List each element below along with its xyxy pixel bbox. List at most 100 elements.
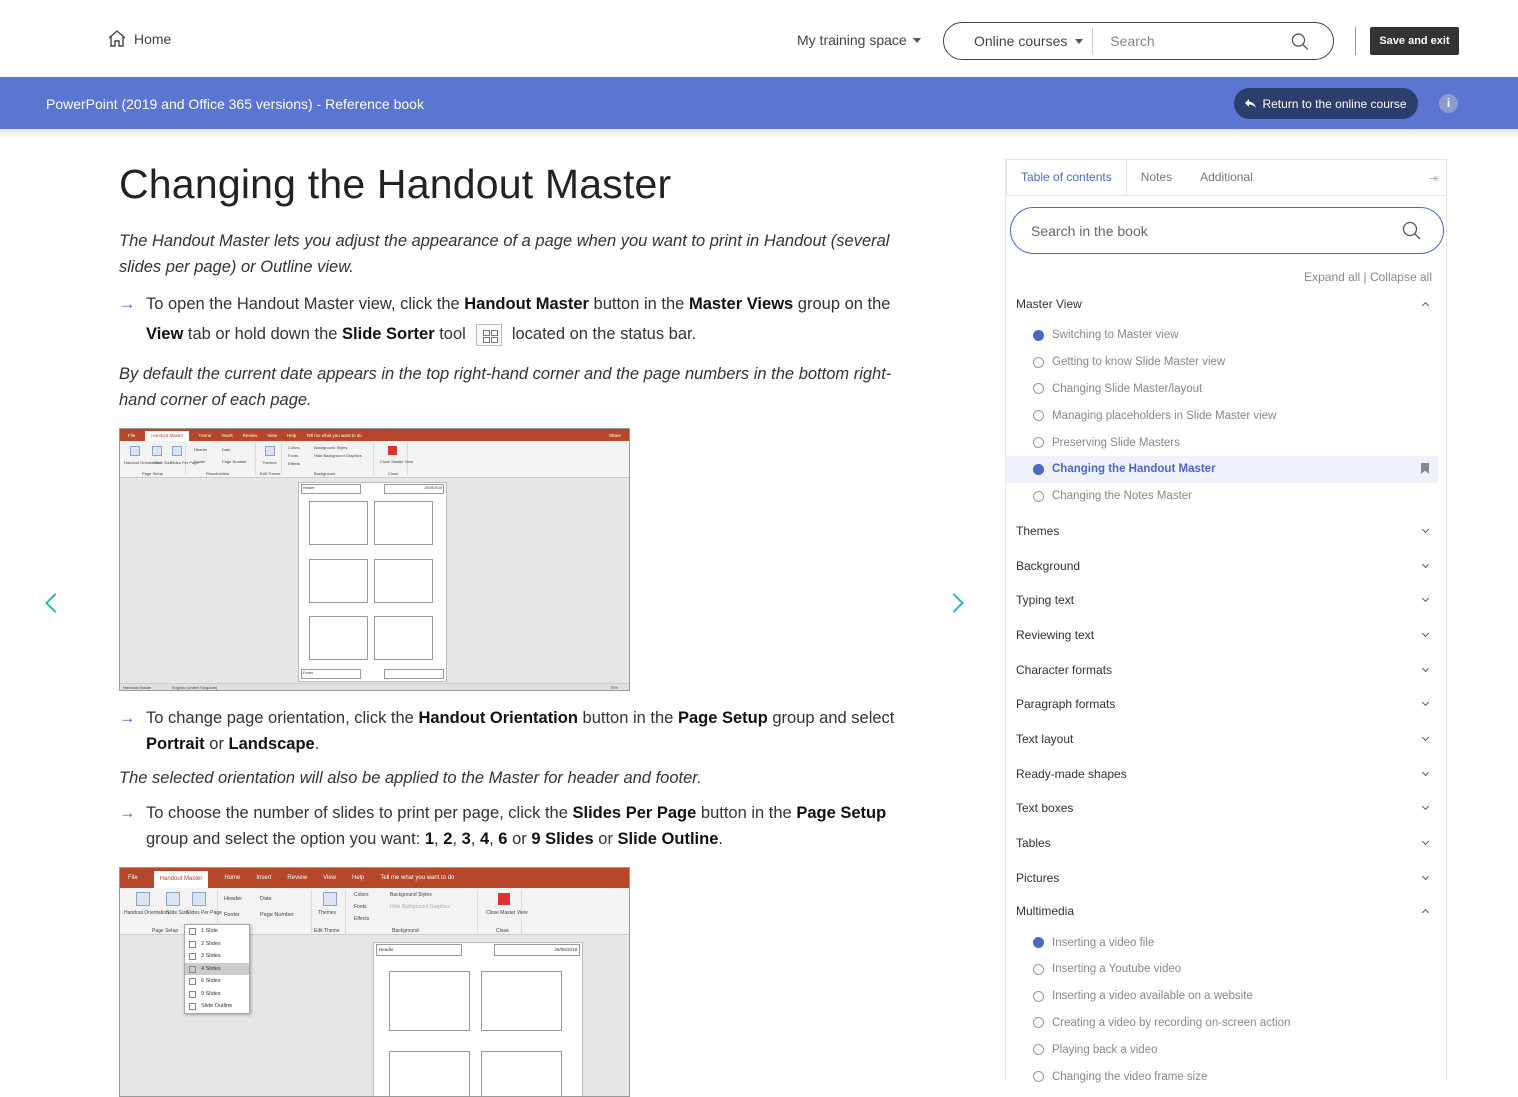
progress-empty-icon: [1033, 490, 1044, 502]
toc-lesson[interactable]: Preserving Slide Masters: [1006, 429, 1446, 456]
toc-lesson-current[interactable]: Changing the Handout Master: [1006, 455, 1438, 483]
search-icon[interactable]: [1291, 32, 1309, 51]
date-placeholder: 25/05/2019: [494, 944, 580, 956]
toc-chapter[interactable]: Background: [1006, 548, 1446, 583]
toc-lesson[interactable]: Playing back a video: [1006, 1036, 1446, 1063]
dropdown-item[interactable]: 1 Slide: [185, 925, 249, 938]
progress-filled-icon: [1033, 329, 1044, 341]
previous-page-arrow-icon[interactable]: [45, 593, 65, 613]
search-icon[interactable]: [1402, 221, 1421, 240]
chevron-down-icon[interactable]: [1421, 664, 1430, 672]
chevron-down-icon[interactable]: [1421, 803, 1430, 811]
search-input[interactable]: [1093, 33, 1292, 49]
dropdown-item[interactable]: 9 Slides: [185, 988, 249, 1001]
toc-chapter[interactable]: Reviewing text: [1006, 618, 1446, 653]
tab-notes[interactable]: Notes: [1127, 160, 1186, 195]
toc-lesson-title: Changing the Notes Master: [1052, 490, 1192, 503]
course-type-select[interactable]: Online courses: [944, 28, 1094, 54]
chevron-down-icon[interactable]: [1421, 838, 1430, 846]
text: To choose the number of slides to print …: [146, 804, 573, 822]
toc-chapter[interactable]: Typing text: [1006, 583, 1446, 618]
info-icon[interactable]: i: [1439, 94, 1458, 113]
collapse-all-link[interactable]: Collapse all: [1370, 270, 1432, 284]
toc-chapter[interactable]: Themes: [1006, 514, 1446, 549]
instruction-open-handout-master: → To open the Handout Master view, click…: [119, 289, 899, 349]
text: button in the: [588, 295, 689, 313]
dropdown-item-label: 6 Slides: [201, 978, 221, 984]
toc-lesson[interactable]: Inserting a video file: [1006, 929, 1446, 956]
collapse-sidebar-icon[interactable]: ⇥: [1429, 172, 1438, 185]
ribbon-tab-insert: Insert: [221, 432, 233, 438]
toc-lesson[interactable]: Changing Slide Master/layout: [1006, 376, 1446, 403]
ribbon-share: Share: [608, 432, 621, 438]
save-and-exit-button[interactable]: Save and exit: [1370, 27, 1459, 55]
rtext: Header: [224, 896, 243, 902]
chevron-down-icon[interactable]: [1421, 872, 1430, 880]
toc-chapter[interactable]: Master View: [1006, 288, 1446, 320]
orientation-icon: [136, 892, 150, 906]
text: .: [718, 830, 723, 848]
chevron-up-icon[interactable]: [1421, 909, 1430, 917]
toc-lesson[interactable]: Changing the video frame size: [1006, 1063, 1446, 1090]
chevron-down-icon[interactable]: [1421, 595, 1430, 603]
rtext: Themes: [318, 910, 337, 916]
toc-lesson[interactable]: Managing placeholders in Slide Master vi…: [1006, 402, 1446, 429]
chevron-up-icon[interactable]: [1421, 301, 1430, 310]
tab-table-of-contents[interactable]: Table of contents: [1006, 159, 1127, 195]
status-bar: Handout Master English (United Kingdom) …: [120, 683, 629, 690]
bookmark-icon[interactable]: [1421, 462, 1429, 474]
chevron-down-icon[interactable]: [1421, 699, 1430, 707]
toc-lesson[interactable]: Inserting a Youtube video: [1006, 956, 1446, 983]
toc-chapter[interactable]: Paragraph formats: [1006, 687, 1446, 722]
toc-chapter[interactable]: Pictures: [1006, 860, 1446, 895]
tab-additional[interactable]: Additional: [1186, 160, 1267, 195]
toc-lesson[interactable]: Getting to know Slide Master view: [1006, 349, 1446, 376]
toc-lesson[interactable]: Creating a video by recording on-screen …: [1006, 1010, 1446, 1037]
chevron-down-icon[interactable]: [1421, 560, 1430, 568]
slide-thumb: [309, 616, 368, 660]
ribbon-group-edit-theme: Themes Edit Theme: [314, 890, 346, 934]
toc-lesson-title: Playing back a video: [1052, 1043, 1158, 1056]
chevron-down-icon[interactable]: [1421, 734, 1430, 742]
dropdown-item[interactable]: 6 Slides: [185, 975, 249, 988]
instruction-slides-per-page: → To choose the number of slides to prin…: [119, 800, 899, 852]
dropdown-item[interactable]: 2 Slides: [185, 938, 249, 951]
slide-thumb: [374, 559, 433, 603]
book-search-input[interactable]: [1011, 222, 1402, 239]
chevron-down-icon[interactable]: [1421, 768, 1430, 776]
next-page-arrow-icon[interactable]: [944, 593, 964, 613]
home-link[interactable]: Home: [108, 30, 171, 47]
rtext: Placeholders: [206, 471, 230, 476]
text: or: [507, 830, 532, 848]
bold-term: 4: [479, 830, 490, 848]
text: .: [314, 735, 320, 753]
dropdown-item[interactable]: Slide Outline: [185, 1000, 249, 1013]
expand-all-link[interactable]: Expand all: [1304, 270, 1360, 284]
dropdown-item[interactable]: 3 Slides: [185, 950, 249, 963]
training-space-menu[interactable]: My training space: [797, 32, 921, 48]
ribbon-tell-me: Tell me what you want to do: [380, 875, 455, 881]
dropdown-item-label: Slide Outline: [201, 1003, 233, 1009]
dropdown-item-selected[interactable]: 4 Slides: [185, 962, 249, 975]
ribbon-tab-home: Home: [199, 432, 212, 438]
toc-chapter-title: Pictures: [1016, 870, 1060, 885]
toc-chapter[interactable]: Tables: [1006, 826, 1446, 861]
toc-lesson[interactable]: Switching to Master view: [1006, 322, 1446, 349]
slide-thumb: [389, 971, 470, 1031]
return-to-course-label: Return to the online course: [1262, 96, 1407, 111]
chevron-down-icon[interactable]: [1421, 525, 1430, 533]
training-space-label: My training space: [797, 32, 907, 48]
toc-lesson[interactable]: Inserting a video available on a website: [1006, 983, 1446, 1010]
toc-chapter[interactable]: Character formats: [1006, 652, 1446, 687]
toc-chapter[interactable]: Multimedia: [1006, 895, 1446, 927]
ribbon-group-close: Close Master View Close: [482, 890, 528, 934]
return-to-course-button[interactable]: Return to the online course: [1234, 88, 1418, 119]
ribbon-tab-handout-master: Handout Master: [153, 870, 209, 888]
toc-chapter[interactable]: Text boxes: [1006, 791, 1446, 826]
toc-chapter[interactable]: Text layout: [1006, 722, 1446, 757]
chevron-down-icon[interactable]: [1421, 629, 1430, 638]
top-navigation: Home My training space Online courses Sa…: [0, 0, 1518, 77]
toc-chapter[interactable]: Ready-made shapes: [1006, 756, 1446, 791]
toc-lesson[interactable]: Changing the Notes Master: [1006, 483, 1446, 510]
bold-term: Landscape: [228, 735, 315, 753]
